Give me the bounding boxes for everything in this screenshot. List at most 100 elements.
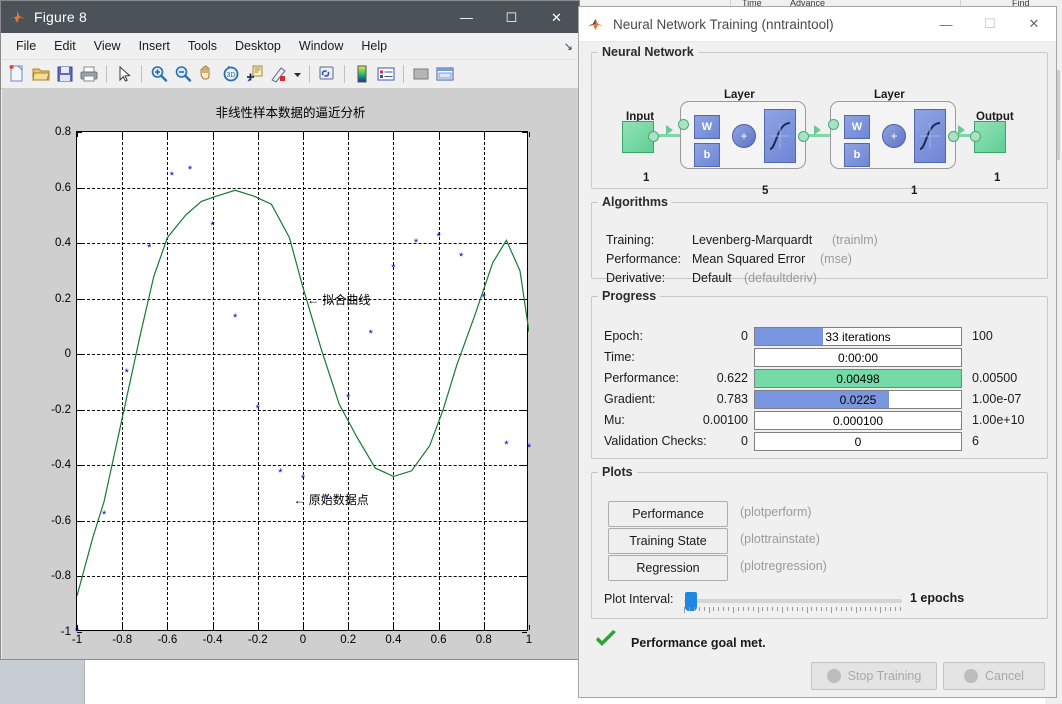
slider-tick [826,607,828,611]
separator-4 [344,65,345,83]
cancel-button[interactable]: Cancel [943,662,1045,690]
x-tick-label: 0 [299,634,307,646]
layer1-weight-block: W [694,115,720,139]
minimize-button[interactable]: — [924,7,968,41]
stop-training-button[interactable]: Stop Training [811,662,937,690]
data-point-marker: * [101,508,107,521]
figure-titlebar[interactable]: Figure 8 — ☐ ✕ [1,1,579,33]
plot-interval-slider-track[interactable] [684,599,902,603]
slider-tick [875,607,877,611]
progress-stop-value-5: 6 [972,434,979,448]
performance-plot-button[interactable]: Performance [608,501,728,527]
show-plot-tools-icon[interactable] [434,63,456,85]
performance-plot-fn: (plotperform) [740,505,812,519]
node-layer2-in [828,119,839,130]
slider-tick [821,607,823,611]
brush-dropdown-icon[interactable] [292,63,303,85]
data-point-marker: * [187,164,193,177]
maximize-button[interactable]: ☐ [489,1,534,33]
menu-help[interactable]: Help [352,36,396,56]
plot-annotation: ← 拟合曲线 [307,292,371,307]
plot-axes[interactable]: * * * * * * * * * * * * * * * * * * * * * ← 拟合曲线 ← 原始数据点 -1 -0… [51,126,532,646]
plots-group: Plots Performance (plotperform) Training… [591,465,1048,619]
progress-start-value-4: 0.00100 [702,413,748,427]
y-tick-label: 0 [64,348,71,361]
slider-tick [880,607,881,613]
nntraintool-window-controls[interactable]: — ☐ ✕ [924,7,1056,41]
plot-interval-slider-ticks [684,607,902,613]
data-cursor-icon[interactable] [244,63,266,85]
slider-tick [718,607,720,611]
close-button[interactable]: ✕ [534,1,579,33]
progress-bar-value-3: 0.0225 [839,392,877,407]
slider-tick [831,607,832,613]
y-tick-label: -0.4 [51,459,71,472]
layer2-weight-block: W [844,115,870,139]
slider-tick [855,607,857,613]
slider-tick [791,607,793,611]
algorithm-fn-performance: (mse) [820,252,852,266]
algorithm-value-derivative: Default [692,271,732,285]
pointer-select-icon[interactable] [113,63,135,85]
regression-plot-button[interactable]: Regression [608,555,728,581]
rotate-3d-icon[interactable]: 3D [220,63,242,85]
minimize-button[interactable]: — [444,1,489,33]
data-point-marker: * [391,261,396,274]
progress-stop-value-2: 0.00500 [972,371,1018,385]
menu-edit[interactable]: Edit [45,36,85,56]
menu-overflow-icon[interactable]: ↘ [564,40,573,53]
open-file-icon[interactable] [30,63,52,85]
slider-tick [860,607,862,611]
colorbar-icon[interactable] [351,63,373,85]
figure-menubar[interactable]: File Edit View Insert Tools Desktop Wind… [1,33,579,60]
pan-hand-icon[interactable] [196,63,218,85]
slider-tick [728,607,730,611]
slider-tick [693,607,695,611]
close-button[interactable]: ✕ [1012,7,1056,41]
legend-icon[interactable] [375,63,397,85]
menu-desktop[interactable]: Desktop [226,36,290,56]
progress-start-value-2: 0.622 [716,371,748,385]
training-state-plot-button[interactable]: Training State [608,528,728,554]
print-figure-icon[interactable] [78,63,100,85]
matlab-logo-icon [8,8,26,26]
slider-tick [845,607,847,611]
algorithm-fn-derivative: (defaultderiv) [744,271,817,285]
slider-tick [894,607,896,611]
menu-tools[interactable]: Tools [179,36,226,56]
layer2-activation-block [914,109,946,163]
slider-tick [713,607,715,611]
layer1-bias-block: b [694,143,720,167]
brush-icon[interactable] [268,63,290,85]
progress-stop-value-4: 1.00e+10 [972,413,1025,427]
slider-tick [688,607,690,611]
algorithm-label-performance: Performance: [606,252,682,266]
menu-file[interactable]: File [7,36,45,56]
maximize-button[interactable]: ☐ [968,7,1012,41]
node-output-in [970,131,981,142]
plot-interval-value: 1 epochs [910,591,965,605]
data-point-marker: * [169,169,175,182]
nntraintool-titlebar[interactable]: Neural Network Training (nntraintool) — … [579,7,1056,42]
save-figure-icon[interactable] [54,63,76,85]
link-plot-icon[interactable] [316,63,338,85]
zoom-in-icon[interactable] [148,63,170,85]
hide-plot-tools-icon[interactable] [410,63,432,85]
separator-5 [403,65,404,83]
training-status-text: Performance goal met. [631,635,766,650]
menu-view[interactable]: View [85,36,130,56]
figure-toolbar[interactable]: 3D [1,60,579,89]
new-figure-icon[interactable] [6,63,28,85]
data-point-marker: * [300,472,306,485]
svg-text:3D: 3D [227,72,236,79]
plot-title: 非线性样本数据的逼近分析 [215,106,366,120]
menu-insert[interactable]: Insert [130,36,179,56]
nntraintool-dialog: Neural Network Training (nntraintool) — … [578,6,1057,698]
menu-window[interactable]: Window [290,36,352,56]
slider-tick [767,607,769,611]
figure-window-controls[interactable]: — ☐ ✕ [444,1,579,33]
slider-tick [698,607,700,611]
progress-bar-value-1: 0:00:00 [837,350,879,365]
slider-tick [737,607,739,611]
zoom-out-icon[interactable] [172,63,194,85]
